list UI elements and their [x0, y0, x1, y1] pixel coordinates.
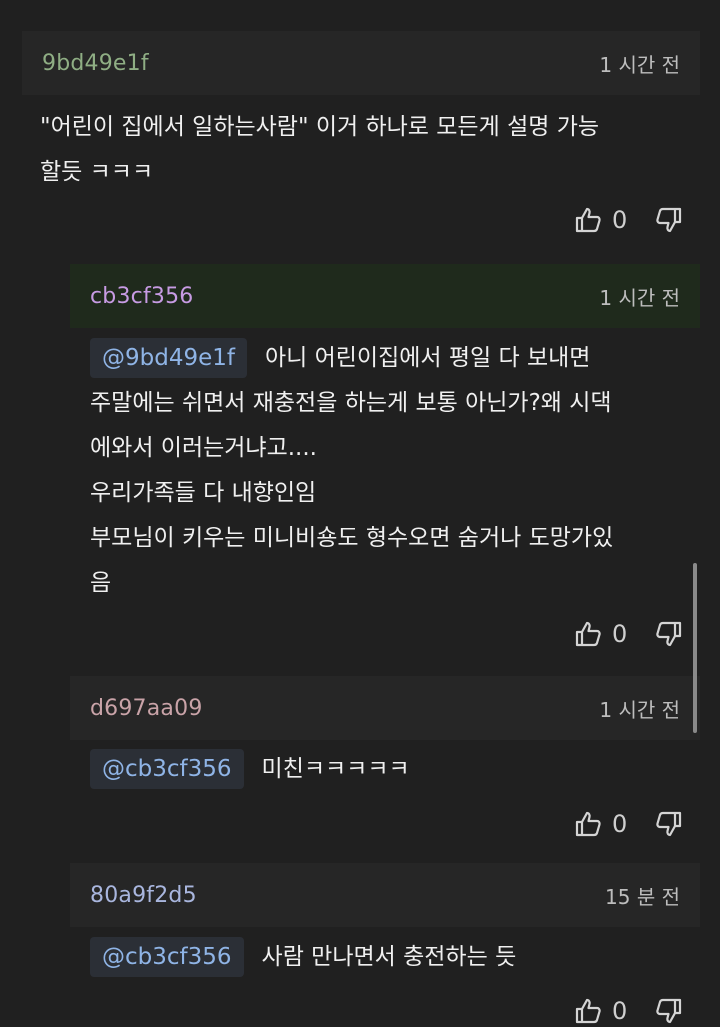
comment-text: @cb3cf356 사람 만나면서 충전하는 듯 — [90, 935, 516, 980]
mention-tag[interactable]: @cb3cf356 — [90, 749, 244, 789]
vote-bar: 0 — [574, 620, 683, 648]
comment-text: @9bd49e1f 아니 어린이집에서 평일 다 보내면 주말에는 쉬면서 재충전… — [90, 336, 613, 606]
comment-header: 9bd49e1f 1 시간 전 — [22, 31, 700, 95]
like-button[interactable] — [574, 206, 602, 234]
comment-author[interactable]: 9bd49e1f — [42, 51, 149, 76]
like-count: 0 — [612, 620, 628, 648]
mention-tag[interactable]: @9bd49e1f — [90, 338, 247, 378]
vote-bar: 0 — [574, 206, 683, 234]
comment-author[interactable]: d697aa09 — [90, 696, 203, 721]
comment-header: cb3cf356 1 시간 전 — [70, 264, 700, 328]
dislike-button[interactable] — [655, 997, 683, 1025]
comment-3: d697aa09 1 시간 전 @cb3cf356 미친ㅋㅋㅋㅋㅋ 0 — [70, 676, 700, 856]
thumbs-up-icon — [575, 998, 601, 1024]
comment-text: "어린이 집에서 일하는사람" 이거 하나로 모든게 설명 가능 할듯 ㅋㅋㅋ — [40, 105, 599, 195]
comment-author[interactable]: cb3cf356 — [90, 284, 194, 309]
thumbs-down-icon — [656, 621, 682, 647]
like-count: 0 — [612, 206, 628, 234]
comment-line: 주말에는 쉬면서 재충전을 하는게 보통 아닌가?왜 시댁 — [90, 390, 612, 416]
previous-comment-votes — [575, 0, 685, 12]
comment-line: 우리가족들 다 내향인임 — [90, 480, 317, 506]
vote-bar: 0 — [574, 810, 683, 838]
comment-1: 9bd49e1f 1 시간 전 "어린이 집에서 일하는사람" 이거 하나로 모… — [22, 31, 700, 251]
comment-time: 1 시간 전 — [599, 697, 680, 722]
comment-line: @cb3cf356 사람 만나면서 충전하는 듯 — [90, 935, 516, 980]
thumbs-down-icon — [656, 207, 682, 233]
scrollbar-thumb[interactable] — [693, 563, 697, 733]
thumbs-down-icon — [656, 811, 682, 837]
comment-time: 1 시간 전 — [599, 52, 680, 77]
thumbs-up-icon — [575, 207, 601, 233]
comment-line-text: 사람 만나면서 충전하는 듯 — [261, 944, 517, 970]
thumbs-up-icon — [575, 0, 685, 8]
thumbs-up-icon — [575, 811, 601, 837]
comment-author[interactable]: 80a9f2d5 — [90, 883, 197, 908]
comment-4: 80a9f2d5 15 분 전 @cb3cf356 사람 만나면서 충전하는 듯 … — [70, 863, 700, 1027]
comment-line: 음 — [90, 570, 112, 596]
comment-line: @9bd49e1f 아니 어린이집에서 평일 다 보내면 — [90, 336, 613, 381]
comment-time: 1 시간 전 — [599, 285, 680, 310]
thumbs-up-icon — [575, 621, 601, 647]
thumbs-down-icon — [656, 998, 682, 1024]
mention-tag[interactable]: @cb3cf356 — [90, 937, 244, 977]
vote-bar: 0 — [574, 997, 683, 1025]
comment-2: cb3cf356 1 시간 전 @9bd49e1f 아니 어린이집에서 평일 다 … — [70, 264, 700, 664]
like-button[interactable] — [574, 620, 602, 648]
like-count: 0 — [612, 810, 628, 838]
comment-line: "어린이 집에서 일하는사람" 이거 하나로 모든게 설명 가능 — [40, 114, 600, 140]
comment-text: @cb3cf356 미친ㅋㅋㅋㅋㅋ — [90, 747, 410, 792]
comment-time: 15 분 전 — [605, 884, 680, 909]
dislike-button[interactable] — [655, 810, 683, 838]
comment-line: 부모님이 키우는 미니비숑도 형수오면 숨거나 도망가있 — [90, 525, 614, 551]
dislike-button[interactable] — [655, 620, 683, 648]
like-button[interactable] — [574, 997, 602, 1025]
comment-line-text: 아니 어린이집에서 평일 다 보내면 — [264, 345, 591, 371]
like-count: 0 — [612, 997, 628, 1025]
dislike-button[interactable] — [655, 206, 683, 234]
comment-header: d697aa09 1 시간 전 — [70, 676, 700, 740]
comment-header: 80a9f2d5 15 분 전 — [70, 863, 700, 927]
comment-line: 할듯 ㅋㅋㅋ — [40, 159, 154, 185]
like-button[interactable] — [574, 810, 602, 838]
comment-line: @cb3cf356 미친ㅋㅋㅋㅋㅋ — [90, 747, 410, 792]
comment-line: 에와서 이러는거냐고.... — [90, 435, 317, 461]
comment-line-text: 미친ㅋㅋㅋㅋㅋ — [261, 756, 410, 782]
